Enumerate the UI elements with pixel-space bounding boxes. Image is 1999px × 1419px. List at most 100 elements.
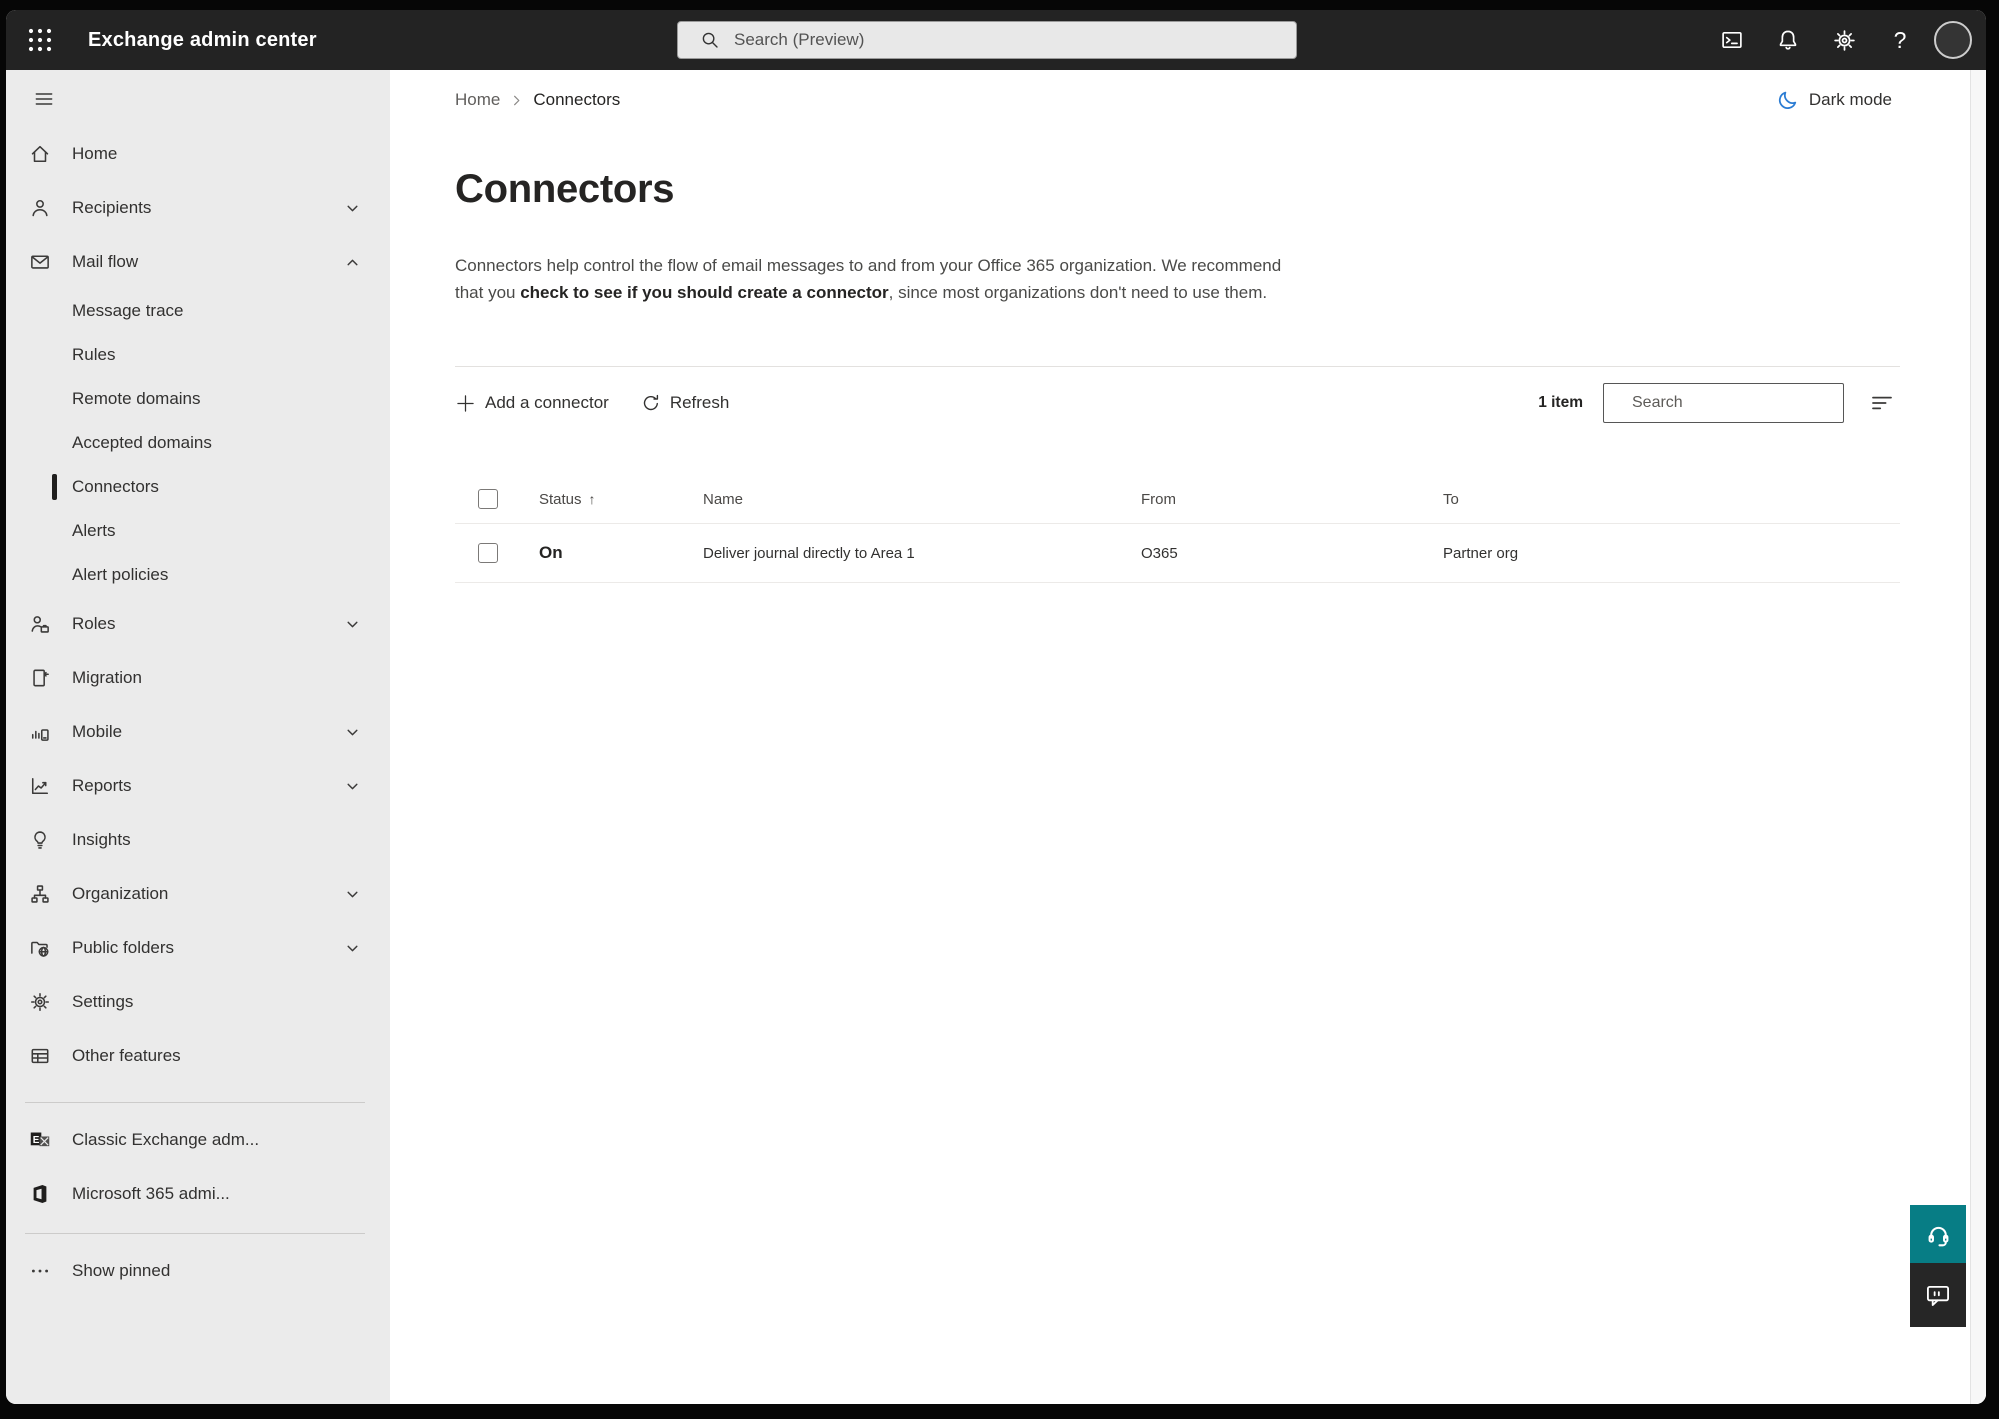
breadcrumb-current: Connectors: [533, 90, 621, 109]
sidebar: Home Recipients Mail flow Message trace …: [6, 70, 390, 1404]
scrollbar[interactable]: [1970, 70, 1986, 1404]
sidebar-item-public-folders[interactable]: Public folders: [6, 921, 390, 975]
plus-icon: [457, 394, 474, 412]
sidebar-item-label: Migration: [72, 668, 142, 687]
gear-icon[interactable]: [1822, 18, 1866, 62]
app-launcher-icon[interactable]: [18, 18, 62, 62]
sidebar-item-label: Connectors: [72, 477, 159, 496]
sidebar-item-rules[interactable]: Rules: [6, 333, 390, 377]
sidebar-item-home[interactable]: Home: [6, 127, 390, 181]
m365-logo-icon: [26, 1183, 54, 1205]
terminal-icon[interactable]: [1710, 18, 1754, 62]
create-connector-check-link[interactable]: check to see if you should create a conn…: [520, 283, 888, 302]
sidebar-item-label: Mail flow: [72, 252, 139, 271]
exchange-admin-window: Exchange admin center Search (Preview) ?…: [6, 10, 1986, 1404]
floating-buttons: [1910, 1205, 1966, 1327]
column-header-status[interactable]: Status ↑: [539, 491, 703, 508]
add-connector-button[interactable]: Add a connector: [455, 393, 609, 414]
sidebar-item-label: Mobile: [72, 722, 123, 741]
breadcrumb-home-link[interactable]: Home: [455, 90, 500, 110]
sidebar-nav: Home Recipients Mail flow Message trace …: [6, 127, 390, 1298]
sidebar-item-recipients[interactable]: Recipients: [6, 181, 390, 235]
sidebar-item-mobile[interactable]: Mobile: [6, 705, 390, 759]
connector-name: Deliver journal directly to Area 1: [703, 544, 915, 562]
sidebar-divider: [25, 1233, 365, 1234]
sidebar-item-label: Accepted domains: [72, 433, 212, 452]
sidebar-item-alerts[interactable]: Alerts: [6, 509, 390, 553]
column-header-from[interactable]: From: [1141, 491, 1443, 508]
reports-icon: [26, 775, 54, 797]
row-checkbox[interactable]: [478, 543, 498, 563]
selected-indicator: [52, 474, 57, 500]
column-header-to[interactable]: To: [1443, 491, 1900, 508]
home-icon: [26, 143, 54, 165]
sidebar-item-label: Home: [72, 144, 118, 163]
list-search[interactable]: [1603, 383, 1844, 423]
org-chart-icon: [26, 883, 54, 905]
moon-icon: [1778, 91, 1796, 109]
sidebar-item-label: Microsoft 365 admi...: [72, 1184, 230, 1203]
table-header-row: Status ↑ Name From To: [455, 475, 1900, 524]
sidebar-item-label: Reports: [72, 776, 132, 795]
feedback-button[interactable]: [1910, 1263, 1966, 1327]
folder-globe-icon: [26, 937, 54, 959]
sidebar-item-accepted-domains[interactable]: Accepted domains: [6, 421, 390, 465]
sidebar-item-message-trace[interactable]: Message trace: [6, 289, 390, 333]
sidebar-item-label: Alerts: [72, 521, 116, 540]
refresh-label: Refresh: [669, 393, 730, 412]
hamburger-menu-icon[interactable]: [28, 84, 60, 114]
sidebar-item-remote-domains[interactable]: Remote domains: [6, 377, 390, 421]
sidebar-item-roles[interactable]: Roles: [6, 597, 390, 651]
list-search-input[interactable]: [1630, 393, 1841, 413]
section-divider: [455, 366, 1900, 367]
sidebar-item-insights[interactable]: Insights: [6, 813, 390, 867]
sort-filter-icon[interactable]: [1864, 385, 1900, 421]
sidebar-item-show-pinned[interactable]: Show pinned: [6, 1244, 390, 1298]
column-header-name[interactable]: Name: [703, 491, 1141, 508]
search-icon: [702, 32, 718, 48]
dark-mode-toggle[interactable]: Dark mode: [1777, 89, 1892, 111]
table-row[interactable]: On Deliver journal directly to Area 1 O3…: [455, 524, 1900, 583]
select-all-checkbox[interactable]: [478, 489, 498, 509]
sidebar-item-classic-exchange[interactable]: E Classic Exchange adm...: [6, 1113, 390, 1167]
sidebar-item-settings[interactable]: Settings: [6, 975, 390, 1029]
topbar-actions: ?: [1710, 18, 1986, 62]
sidebar-item-reports[interactable]: Reports: [6, 759, 390, 813]
sort-ascending-icon: ↑: [588, 491, 596, 507]
help-icon[interactable]: ?: [1878, 18, 1922, 62]
sidebar-item-other-features[interactable]: Other features: [6, 1029, 390, 1083]
sidebar-item-connectors[interactable]: Connectors: [6, 465, 390, 509]
sidebar-item-label: Alert policies: [72, 565, 169, 584]
ellipsis-icon: [26, 1260, 54, 1282]
top-bar: Exchange admin center Search (Preview) ?: [6, 10, 1986, 70]
avatar[interactable]: [1934, 21, 1972, 59]
global-search-input[interactable]: [732, 29, 1286, 51]
refresh-icon: [643, 394, 658, 411]
sidebar-item-label: Settings: [72, 992, 134, 1011]
roles-icon: [26, 613, 54, 635]
chevron-down-icon: [345, 887, 360, 902]
mail-icon: [26, 251, 54, 273]
svg-text:E: E: [33, 1135, 40, 1146]
support-button[interactable]: [1910, 1205, 1966, 1263]
global-search[interactable]: [677, 21, 1297, 59]
bell-icon[interactable]: [1766, 18, 1810, 62]
dark-mode-label: Dark mode: [1808, 90, 1892, 109]
sidebar-item-organization[interactable]: Organization: [6, 867, 390, 921]
connectors-table: Status ↑ Name From To On Deliver journal…: [455, 475, 1900, 583]
sidebar-item-alert-policies[interactable]: Alert policies: [6, 553, 390, 597]
page-description: Connectors help control the flow of emai…: [455, 252, 1300, 306]
exchange-logo-icon: E: [26, 1129, 54, 1151]
sidebar-item-microsoft-365[interactable]: Microsoft 365 admi...: [6, 1167, 390, 1221]
sidebar-item-label: Rules: [72, 345, 116, 364]
refresh-button[interactable]: Refresh: [641, 393, 730, 413]
app-title: Exchange admin center: [88, 28, 317, 51]
add-connector-label: Add a connector: [485, 393, 609, 412]
sidebar-item-migration[interactable]: Migration: [6, 651, 390, 705]
sidebar-item-label: Roles: [72, 614, 116, 633]
chevron-down-icon: [345, 725, 360, 740]
gear-icon: [26, 991, 54, 1013]
sidebar-item-mail-flow[interactable]: Mail flow: [6, 235, 390, 289]
chevron-up-icon: [345, 255, 360, 270]
migration-icon: [26, 667, 54, 689]
